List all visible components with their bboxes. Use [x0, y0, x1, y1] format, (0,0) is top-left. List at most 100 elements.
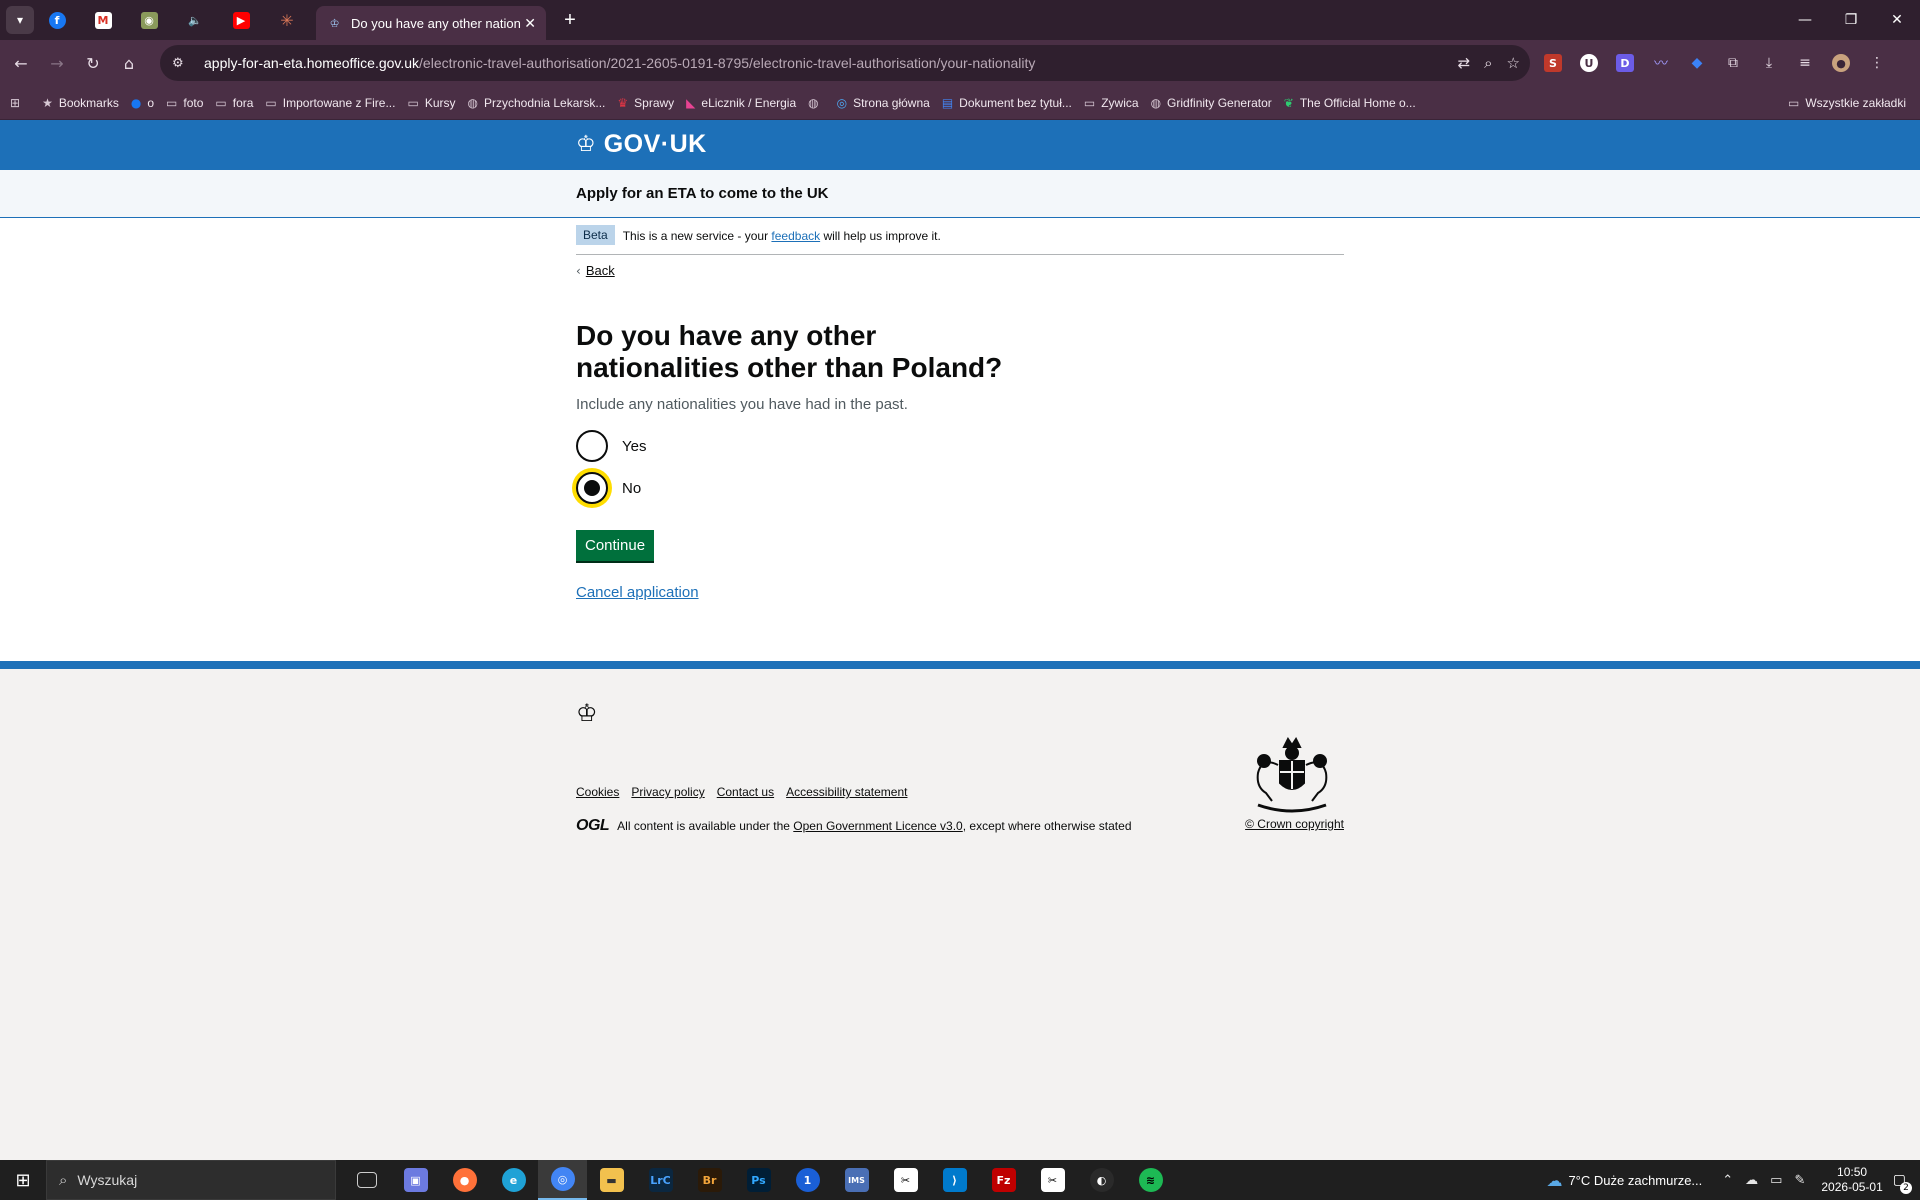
- folder-icon: ▭: [1083, 95, 1096, 110]
- translate-icon[interactable]: ⇄: [1458, 54, 1471, 72]
- radio-option-no[interactable]: No: [576, 472, 1344, 504]
- bookmark-folder[interactable]: ▭ foto: [166, 96, 203, 110]
- bookmark-item[interactable]: ♛ Sprawy: [617, 96, 674, 110]
- pinned-tab-gmail[interactable]: M: [80, 0, 126, 40]
- chrome-icon[interactable]: ◎: [538, 1160, 587, 1200]
- extension-tag-icon[interactable]: ◆: [1684, 50, 1710, 76]
- profile-avatar[interactable]: ●: [1828, 50, 1854, 76]
- radio-option-yes[interactable]: Yes: [576, 430, 1344, 462]
- restore-icon[interactable]: ❐: [1828, 0, 1874, 40]
- ims-app-icon[interactable]: IMS: [832, 1160, 881, 1200]
- edge-icon[interactable]: e: [489, 1160, 538, 1200]
- chevron-left-icon: ‹: [576, 263, 581, 278]
- chevron-up-icon[interactable]: ⌃: [1722, 1173, 1733, 1188]
- filezilla-icon[interactable]: Fz: [979, 1160, 1028, 1200]
- pen-icon[interactable]: ✎: [1794, 1173, 1805, 1188]
- reload-icon[interactable]: ↻: [78, 48, 108, 78]
- tab-search-button[interactable]: ▾: [6, 6, 34, 34]
- bookmark-item[interactable]: ◣ eLicznik / Energia: [686, 96, 796, 110]
- bookmark-item[interactable]: ★ Bookmarks: [42, 96, 119, 110]
- back-link[interactable]: ‹ Back: [576, 263, 1344, 278]
- windows-start-icon[interactable]: ⊞: [0, 1160, 46, 1200]
- tab-active[interactable]: ♔ Do you have any other nationalities ot…: [316, 6, 546, 40]
- globe-icon: ◍: [467, 95, 478, 110]
- pinned-tab-app[interactable]: ◉: [126, 0, 172, 40]
- pinned-tab-claude[interactable]: ✳: [264, 0, 310, 40]
- radio-label[interactable]: No: [622, 480, 641, 497]
- bookmark-item[interactable]: ◍ Gridfinity Generator: [1151, 96, 1272, 110]
- clock[interactable]: 10:50 2026-05-01: [1821, 1165, 1882, 1195]
- forward-arrow-icon[interactable]: →: [42, 48, 72, 78]
- extension-wave-icon[interactable]: 〰: [1648, 50, 1674, 76]
- footer-link-privacy[interactable]: Privacy policy: [631, 785, 704, 799]
- file-explorer-icon[interactable]: ▬: [587, 1160, 636, 1200]
- save-app-icon[interactable]: ▣: [391, 1160, 440, 1200]
- taskbar-search[interactable]: ⌕ Wyszukaj: [46, 1160, 336, 1200]
- back-arrow-icon[interactable]: ←: [6, 48, 36, 78]
- extension-d-icon[interactable]: D: [1612, 50, 1638, 76]
- onedrive-icon[interactable]: ☁: [1745, 1173, 1758, 1188]
- extension-red-icon[interactable]: S: [1540, 50, 1566, 76]
- zoom-icon[interactable]: ⌕: [1484, 54, 1492, 72]
- capcut-2-icon[interactable]: ✂: [1028, 1160, 1077, 1200]
- capcut-icon[interactable]: ✂: [881, 1160, 930, 1200]
- onepassword-icon[interactable]: 1: [783, 1160, 832, 1200]
- url-text[interactable]: apply-for-an-eta.homeoffice.gov.uk/elect…: [204, 55, 1035, 71]
- footer-link-accessibility[interactable]: Accessibility statement: [786, 785, 907, 799]
- browser-menu-icon[interactable]: ⋮: [1864, 50, 1890, 76]
- close-window-icon[interactable]: ✕: [1874, 0, 1920, 40]
- minimize-icon[interactable]: —: [1782, 0, 1828, 40]
- bookmark-folder[interactable]: ▭ Zywica: [1084, 96, 1139, 110]
- address-bar[interactable]: ⚙ apply-for-an-eta.homeoffice.gov.uk/ele…: [160, 45, 1530, 81]
- notification-count: 2: [1900, 1182, 1912, 1194]
- weather-text[interactable]: 7°C Duże zachmurze...: [1568, 1173, 1702, 1188]
- new-tab-button[interactable]: +: [558, 8, 582, 32]
- bookmark-item[interactable]: ▤ Dokument bez tytuł...: [942, 96, 1072, 110]
- extension-u-icon[interactable]: U: [1576, 50, 1602, 76]
- bookmark-item[interactable]: ◎ Strona główna: [837, 96, 930, 110]
- apps-grid-icon[interactable]: ⊞: [10, 96, 26, 110]
- task-view-icon[interactable]: [342, 1160, 391, 1200]
- spotify-icon[interactable]: ≋: [1126, 1160, 1175, 1200]
- bookmark-folder[interactable]: ▭ fora: [215, 96, 253, 110]
- bookmark-item[interactable]: ● o: [131, 96, 154, 110]
- govuk-logo-link[interactable]: ♔ GOV·UK: [576, 130, 707, 159]
- pinned-tab-audio[interactable]: 🔈: [172, 0, 218, 40]
- all-bookmarks-folder[interactable]: ▭ Wszystkie zakładki: [1788, 86, 1906, 120]
- bridge-icon[interactable]: Br: [685, 1160, 734, 1200]
- site-info-icon[interactable]: ⚙: [172, 56, 192, 71]
- network-icon[interactable]: ▭: [1770, 1173, 1782, 1188]
- home-icon[interactable]: ⌂: [114, 48, 144, 78]
- service-name[interactable]: Apply for an ETA to come to the UK: [576, 185, 829, 202]
- crown-copyright-link[interactable]: © Crown copyright: [1245, 817, 1344, 831]
- pinned-tab-youtube[interactable]: ▶: [218, 0, 264, 40]
- ogl-logo: OGL: [576, 817, 610, 834]
- firefox-icon[interactable]: ●: [440, 1160, 489, 1200]
- radio-button-yes[interactable]: [576, 430, 608, 462]
- extensions-puzzle-icon[interactable]: ⧉: [1720, 50, 1746, 76]
- pinned-tab-facebook[interactable]: f: [34, 0, 80, 40]
- bookmark-star-icon[interactable]: ☆: [1507, 54, 1520, 72]
- download-icon[interactable]: ⤓: [1756, 50, 1782, 76]
- media-queue-icon[interactable]: ≡: [1792, 50, 1818, 76]
- continue-button[interactable]: Continue: [576, 530, 655, 561]
- bookmark-folder[interactable]: ▭ Kursy: [407, 96, 455, 110]
- photoshop-icon[interactable]: Ps: [734, 1160, 783, 1200]
- bookmark-item[interactable]: ◍ Przychodnia Lekarsk...: [468, 96, 606, 110]
- radio-button-no[interactable]: [576, 472, 608, 504]
- bookmark-item[interactable]: ◍: [808, 96, 824, 110]
- davinci-resolve-icon[interactable]: ◐: [1077, 1160, 1126, 1200]
- footer-link-contact[interactable]: Contact us: [717, 785, 774, 799]
- notifications-icon[interactable]: ▢ 2: [1893, 1172, 1912, 1194]
- bookmark-item[interactable]: ❦ The Official Home o...: [1284, 96, 1416, 110]
- bookmark-folder[interactable]: ▭ Importowane z Fire...: [265, 96, 395, 110]
- licence-link[interactable]: Open Government Licence v3.0: [793, 819, 962, 833]
- lightroom-classic-icon[interactable]: LrC: [636, 1160, 685, 1200]
- cancel-application-link[interactable]: Cancel application: [576, 584, 1344, 601]
- feedback-link[interactable]: feedback: [771, 229, 820, 243]
- close-icon[interactable]: ✕: [524, 15, 536, 32]
- vscode-icon[interactable]: ⟩: [930, 1160, 979, 1200]
- footer-link-cookies[interactable]: Cookies: [576, 785, 619, 799]
- app-icon: ◉: [140, 11, 158, 29]
- radio-label[interactable]: Yes: [622, 438, 646, 455]
